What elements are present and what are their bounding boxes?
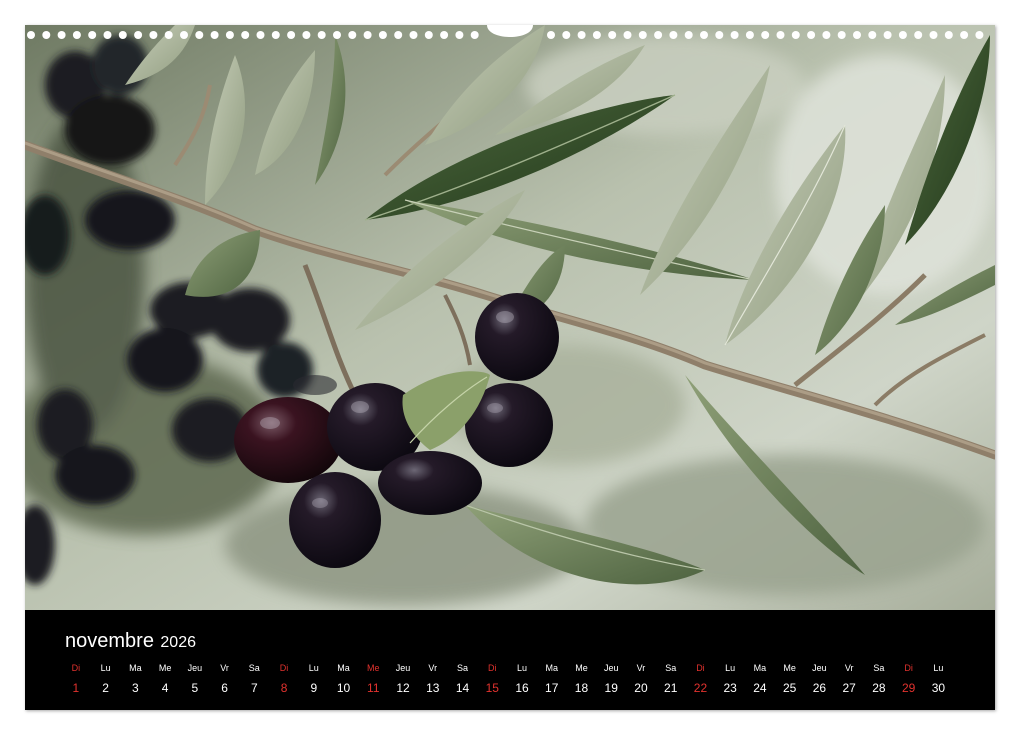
- weekday-label: Sa: [873, 663, 885, 673]
- weekday-label: Ma: [753, 663, 767, 673]
- weekday-label: Vr: [636, 663, 646, 673]
- day-number: 21: [664, 681, 678, 695]
- day-number: 2: [102, 681, 109, 695]
- weekday-label: Vr: [220, 663, 229, 673]
- weekday-label: Jeu: [812, 663, 827, 673]
- day-number: 8: [280, 681, 288, 695]
- day-number: 9: [310, 681, 318, 695]
- day-number: 14: [455, 681, 470, 695]
- weekday-label: Lu: [516, 663, 527, 673]
- day-number: 4: [161, 681, 169, 695]
- weekday-label: Di: [71, 663, 81, 673]
- weekday-label: Lu: [308, 663, 319, 673]
- weekday-label: Sa: [665, 663, 677, 673]
- weekday-label: Jeu: [395, 663, 411, 673]
- day-number: 3: [132, 681, 139, 695]
- weekday-label: Lu: [100, 663, 111, 673]
- day-number: 10: [336, 681, 351, 695]
- day-number: 28: [872, 681, 886, 695]
- weekday-label: Di: [279, 663, 289, 673]
- day-number: 7: [250, 681, 258, 695]
- month-title: novembre 2026: [65, 630, 196, 653]
- weekday-label: Ma: [545, 663, 558, 673]
- weekday-label: Lu: [725, 663, 736, 673]
- weekday-label: Me: [783, 663, 796, 673]
- day-number: 19: [604, 681, 618, 695]
- day-number: 29: [901, 681, 916, 695]
- day-number: 16: [515, 681, 529, 695]
- weekday-label: Di: [488, 663, 497, 673]
- day-number: 26: [812, 681, 827, 695]
- olive-branch-photo: [25, 25, 995, 610]
- day-number: 13: [426, 681, 440, 695]
- weekday-label: Me: [158, 663, 172, 673]
- day-number: 27: [842, 681, 856, 695]
- month-year: 2026: [160, 634, 196, 651]
- day-number: 15: [485, 681, 499, 695]
- weekday-label: Sa: [457, 663, 469, 673]
- weekday-label: Jeu: [187, 663, 203, 673]
- day-number: 5: [191, 681, 199, 695]
- day-number: 22: [693, 681, 708, 695]
- day-number: 30: [931, 681, 946, 695]
- day-number: 20: [634, 681, 648, 695]
- weekday-label: Vr: [428, 663, 438, 673]
- day-number: 24: [753, 681, 767, 695]
- day-number: 11: [367, 681, 380, 695]
- day-number: 23: [723, 681, 737, 695]
- day-number: 12: [396, 681, 410, 695]
- calendar-page: novembre 2026 Di Lu Ma Me Jeu Vr Sa Di Lu Ma Me Jeu…: [25, 25, 995, 710]
- day-number: 1: [72, 681, 80, 695]
- day-number: 25: [782, 681, 797, 695]
- day-number: 6: [221, 681, 228, 695]
- weekday-label: Lu: [933, 663, 944, 673]
- weekday-label: Jeu: [603, 663, 619, 673]
- weekday-label: Ma: [129, 663, 142, 673]
- weekday-label: Sa: [248, 663, 260, 673]
- weekday-label: Vr: [844, 663, 854, 673]
- weekday-label: Di: [696, 663, 705, 673]
- calendar-bar: novembre 2026 Di Lu Ma Me Jeu Vr Sa Di Lu Ma Me Jeu…: [25, 610, 995, 710]
- weekday-label: Di: [904, 663, 913, 673]
- day-number: 18: [574, 681, 589, 695]
- day-grid: Di Lu Ma Me Jeu Vr Sa Di Lu Ma Me Jeu Vr Sa Di Lu Ma Me Je…: [61, 659, 983, 699]
- day-number: 17: [545, 681, 559, 695]
- month-name: novembre: [65, 630, 154, 652]
- weekday-label: Ma: [337, 663, 350, 673]
- weekday-label: Me: [575, 663, 588, 673]
- weekday-label: Me: [367, 663, 380, 673]
